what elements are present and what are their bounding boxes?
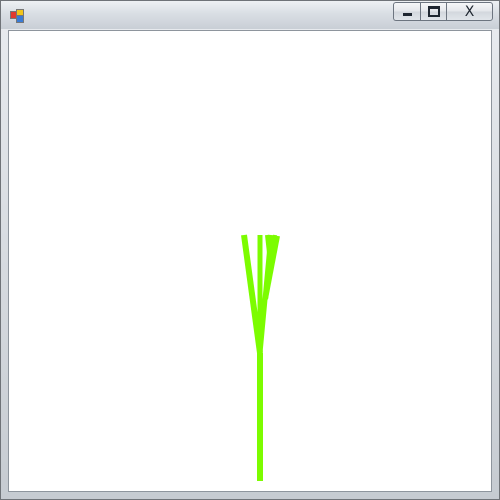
minimize-button[interactable]: [393, 2, 420, 21]
title-bar[interactable]: X: [1, 1, 499, 29]
window-controls: X: [393, 2, 493, 21]
tree-strokes: [241, 234, 280, 481]
app-window: X: [0, 0, 500, 500]
maximize-icon: [427, 6, 440, 17]
app-icon[interactable]: [10, 9, 24, 23]
close-button[interactable]: X: [446, 2, 493, 21]
tree-drawing: [241, 234, 280, 481]
maximize-button[interactable]: [420, 2, 446, 21]
minimize-icon: [402, 13, 412, 16]
drawing-canvas[interactable]: [8, 30, 492, 492]
close-icon: X: [464, 3, 475, 20]
